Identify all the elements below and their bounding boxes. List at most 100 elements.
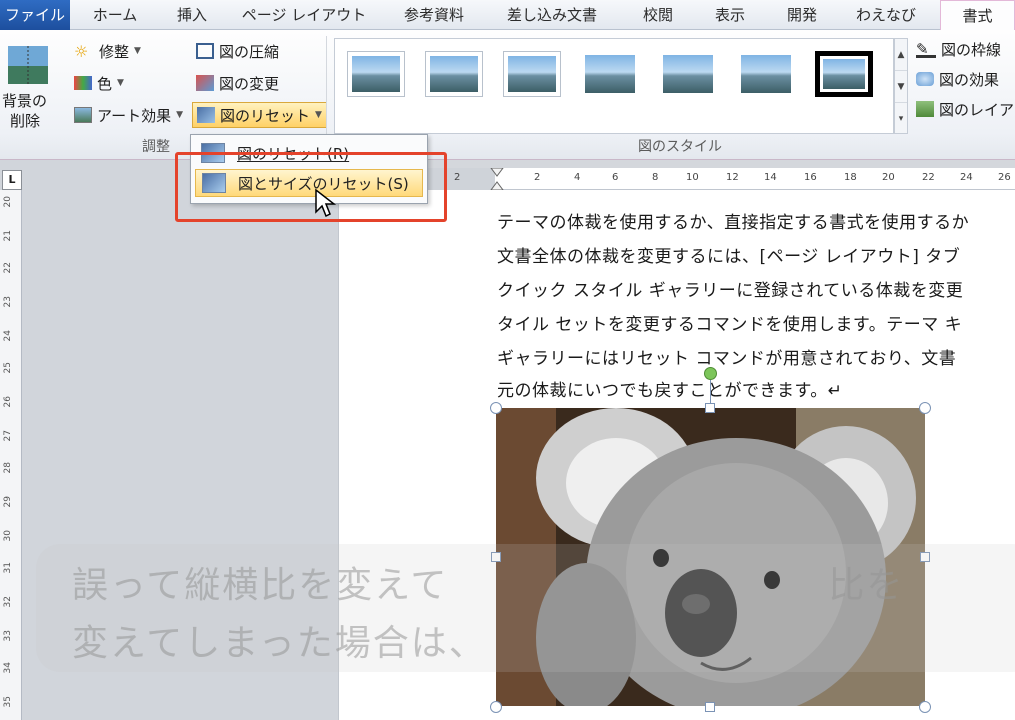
artistic-effects-button[interactable]: アート効果 ▼ bbox=[74, 102, 183, 128]
corrections-label: 修整 bbox=[99, 42, 130, 61]
picture-styles-group-label: 図のスタイル bbox=[638, 139, 722, 155]
paragraph-line[interactable]: 文書全体の体裁を変更するには、[ページ レイアウト] タブ bbox=[497, 242, 960, 267]
remove-background-label-2: 削除 bbox=[10, 112, 41, 130]
tab-format[interactable]: 書式 bbox=[940, 0, 1015, 31]
pencil-icon: ✎ bbox=[916, 40, 936, 58]
chevron-down-icon: ▼ bbox=[117, 78, 124, 88]
ribbon: 背景の 削除 ☼ 修整 ▼ 色 ▼ アート効果 ▼ 図の圧縮 図の変更 図のリセ… bbox=[0, 30, 1015, 160]
picture-style-thumb[interactable] bbox=[347, 51, 405, 97]
chevron-down-icon: ▼ bbox=[315, 110, 322, 120]
picture-styles-gallery bbox=[334, 38, 894, 134]
tab-developer[interactable]: 開発 bbox=[772, 0, 832, 30]
gallery-scroll[interactable]: ▲ ▼ ▾ bbox=[894, 38, 908, 134]
ruler-tick-label: 24 bbox=[3, 330, 13, 342]
reset-picture-button[interactable]: 図のリセット ▼ bbox=[192, 102, 327, 128]
picture-effects-label: 図の効果 bbox=[939, 70, 1000, 89]
layout-icon bbox=[916, 101, 934, 117]
compress-pictures-button[interactable]: 図の圧縮 bbox=[196, 38, 279, 64]
change-picture-button[interactable]: 図の変更 bbox=[196, 70, 279, 96]
ruler-tick-label: 23 bbox=[3, 296, 13, 308]
ruler-tick-label: 28 bbox=[3, 462, 13, 474]
ruler-tick-label: 33 bbox=[3, 630, 13, 642]
tab-page-layout[interactable]: ページ レイアウト bbox=[238, 0, 370, 30]
picture-style-thumb-selected[interactable] bbox=[815, 51, 873, 97]
corrections-button[interactable]: ☼ 修整 ▼ bbox=[74, 38, 141, 64]
picture-style-thumb[interactable] bbox=[659, 51, 717, 97]
picture-border-button[interactable]: ✎ 図の枠線 bbox=[916, 36, 1001, 62]
color-icon bbox=[74, 76, 92, 90]
resize-handle-bottom[interactable] bbox=[705, 702, 715, 712]
ruler-tick-label: 26 bbox=[998, 172, 1011, 183]
chevron-down-icon: ▼ bbox=[176, 110, 184, 120]
ruler-tick-label: 4 bbox=[574, 172, 581, 183]
ruler-tick-label: 32 bbox=[3, 596, 13, 608]
reset-picture-icon bbox=[197, 107, 215, 123]
resize-handle-bottom-right[interactable] bbox=[919, 701, 931, 713]
chevron-up-icon[interactable]: ▲ bbox=[895, 39, 907, 71]
resize-handle-top-left[interactable] bbox=[490, 402, 502, 414]
ruler-tick-label: 20 bbox=[882, 172, 895, 183]
ruler-tick-label: 14 bbox=[764, 172, 777, 183]
picture-style-thumb[interactable] bbox=[581, 51, 639, 97]
remove-background-icon bbox=[8, 46, 48, 84]
chevron-down-icon[interactable]: ▼ bbox=[895, 71, 907, 103]
paragraph-line[interactable]: ギャラリーにはリセット コマンドが用意されており、文書 bbox=[497, 344, 956, 369]
paragraph-line[interactable]: 元の体裁にいつでも戻すことができます。↵ bbox=[497, 376, 843, 401]
tab-selector[interactable]: L bbox=[2, 170, 22, 190]
remove-background-button[interactable]: 背景の 削除 bbox=[2, 40, 54, 132]
remove-background-label-1: 背景の bbox=[2, 92, 48, 110]
tab-insert[interactable]: 挿入 bbox=[160, 0, 224, 30]
resize-handle-bottom-left[interactable] bbox=[490, 701, 502, 713]
tab-mailings[interactable]: 差し込み文書 bbox=[494, 0, 610, 30]
tab-references[interactable]: 参考資料 bbox=[388, 0, 480, 30]
effects-icon bbox=[916, 72, 934, 86]
artistic-effects-icon bbox=[74, 107, 92, 123]
ruler-tick-label: 30 bbox=[3, 530, 13, 542]
picture-style-thumb[interactable] bbox=[503, 51, 561, 97]
mouse-cursor-icon bbox=[315, 188, 336, 218]
picture-border-label: 図の枠線 bbox=[941, 40, 1002, 59]
ruler-tick-label: 12 bbox=[726, 172, 739, 183]
compress-label: 図の圧縮 bbox=[219, 42, 280, 61]
picture-style-thumb[interactable] bbox=[737, 51, 795, 97]
paragraph-line[interactable]: クイック スタイル ギャラリーに登録されている体裁を変更 bbox=[497, 276, 963, 301]
paragraph-line[interactable]: テーマの体裁を使用するか、直接指定する書式を使用するか bbox=[497, 208, 969, 233]
picture-layout-label: 図のレイア bbox=[939, 100, 1015, 119]
ruler-tick-label: 27 bbox=[3, 430, 13, 442]
ruler-tick-label: 31 bbox=[3, 562, 13, 574]
change-picture-icon bbox=[196, 75, 214, 91]
indent-marker-icon[interactable] bbox=[490, 168, 504, 190]
ruler-tick-label: 2 bbox=[454, 172, 461, 183]
picture-style-thumb[interactable] bbox=[425, 51, 483, 97]
resize-handle-top[interactable] bbox=[705, 403, 715, 413]
ruler-tick-label: 22 bbox=[922, 172, 935, 183]
sun-icon: ☼ bbox=[74, 42, 89, 61]
ruler-tick-label: 22 bbox=[3, 262, 13, 274]
ruler-tick-label: 8 bbox=[652, 172, 659, 183]
reset-picture-label: 図のリセット bbox=[220, 106, 311, 125]
adjust-group-label: 調整 bbox=[142, 139, 170, 155]
tab-review[interactable]: 校閲 bbox=[628, 0, 688, 30]
color-button[interactable]: 色 ▼ bbox=[74, 70, 124, 96]
vertical-ruler: 20 21 22 23 24 25 26 27 28 29 30 31 32 3… bbox=[0, 190, 22, 720]
ruler-tick-label: 6 bbox=[612, 172, 619, 183]
tab-home[interactable]: ホーム bbox=[80, 0, 150, 30]
picture-effects-button[interactable]: 図の効果 bbox=[916, 66, 999, 92]
ruler-tick-label: 21 bbox=[3, 230, 13, 242]
ruler-tick-label: 35 bbox=[3, 696, 13, 708]
tab-view[interactable]: 表示 bbox=[700, 0, 760, 30]
ruler-tick-label: 26 bbox=[3, 396, 13, 408]
tab-waenavi[interactable]: わえなび bbox=[846, 0, 926, 30]
paragraph-line[interactable]: タイル セットを変更するコマンドを使用します。テーマ キ bbox=[497, 310, 962, 335]
ruler-tick-label: 24 bbox=[960, 172, 973, 183]
gallery-more-icon[interactable]: ▾ bbox=[895, 103, 907, 135]
artistic-effects-label: アート効果 bbox=[97, 106, 172, 125]
rotate-handle[interactable] bbox=[704, 367, 717, 380]
color-label: 色 bbox=[97, 74, 113, 93]
tab-file[interactable]: ファイル bbox=[0, 0, 70, 30]
ruler-tick-label: 16 bbox=[804, 172, 817, 183]
ruler-tick-label: 10 bbox=[686, 172, 699, 183]
picture-layout-button[interactable]: 図のレイア bbox=[916, 96, 1014, 122]
resize-handle-top-right[interactable] bbox=[919, 402, 931, 414]
ruler-tick-label: 18 bbox=[844, 172, 857, 183]
